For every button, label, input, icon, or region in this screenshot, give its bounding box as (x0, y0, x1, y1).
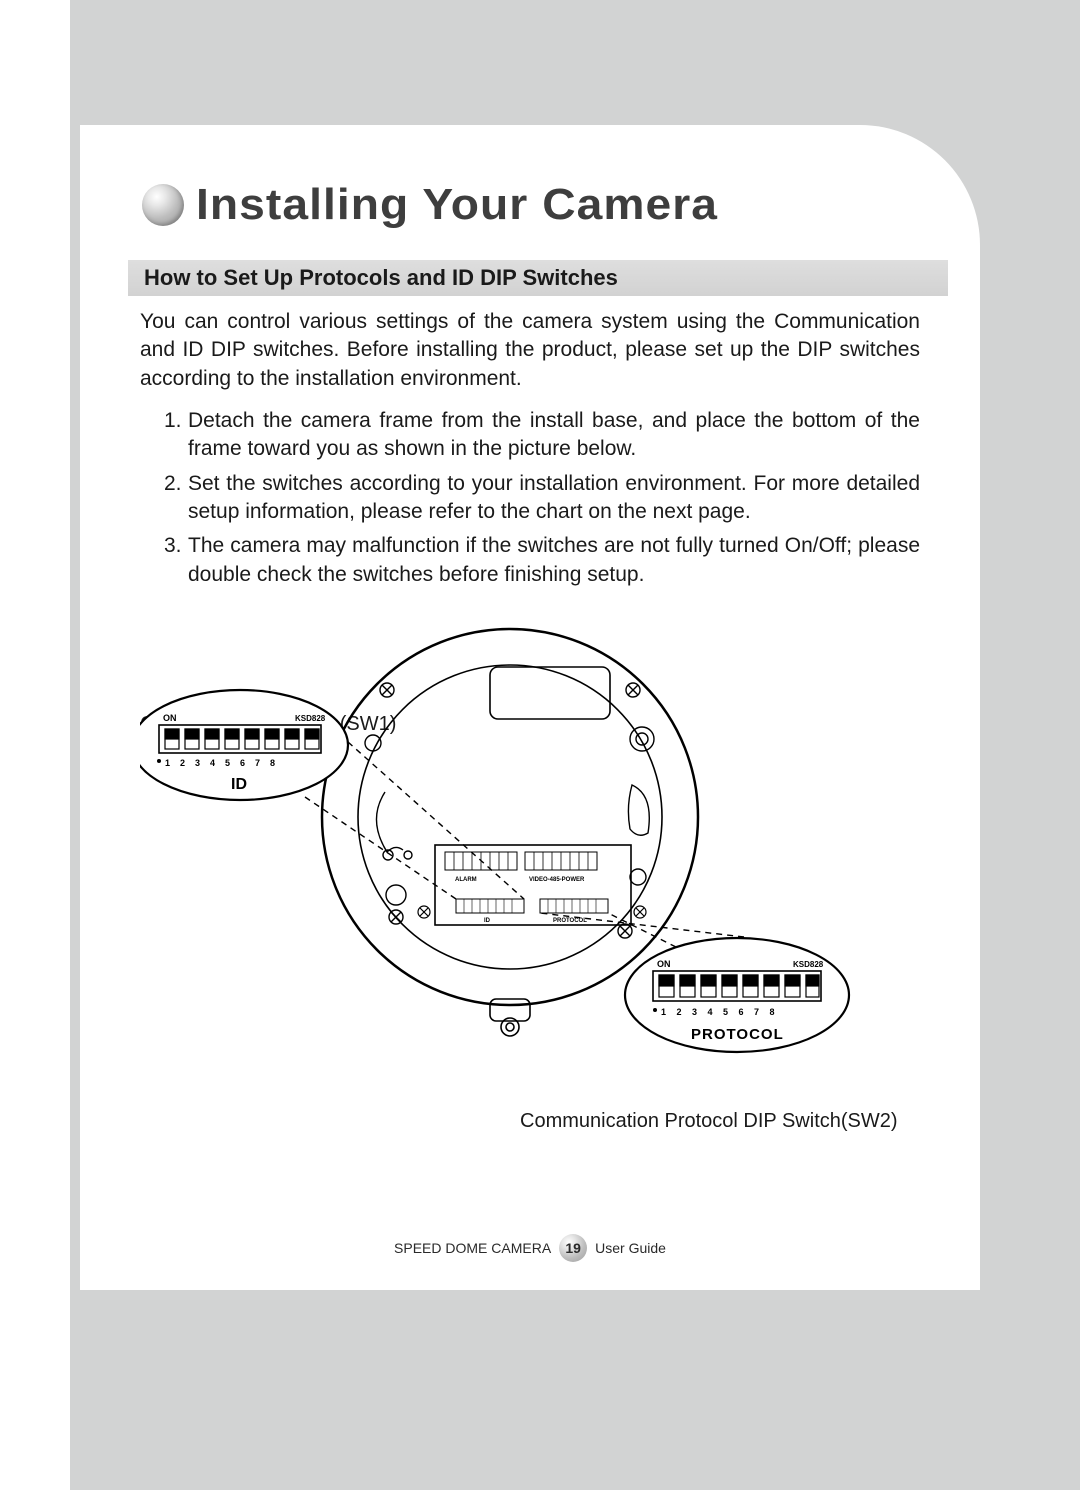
page-title: Installing Your Camera (196, 180, 718, 230)
label-model-left: KSD828 (295, 714, 326, 723)
label-on-left: ON (163, 713, 177, 723)
diagram: ALARM VIDEO-485-POWER ID PROTOCOL (140, 627, 920, 1067)
body-text: You can control various settings of the … (80, 296, 980, 589)
page-number-badge: 19 (559, 1234, 587, 1262)
footer-left: SPEED DOME CAMERA (394, 1240, 551, 1256)
list-number: 2. (164, 470, 188, 527)
list-text: Set the switches according to your insta… (188, 470, 920, 527)
list-item: 3. The camera may malfunction if the swi… (164, 532, 920, 589)
list-number: 1. (164, 407, 188, 464)
section-subtitle: How to Set Up Protocols and ID DIP Switc… (144, 265, 618, 291)
label-on-right: ON (657, 959, 671, 969)
label-numbers-left: 12345678 (165, 758, 285, 768)
page-panel: Installing Your Camera How to Set Up Pro… (80, 125, 980, 1290)
list-item: 1. Detach the camera frame from the inst… (164, 407, 920, 464)
label-id-big: ID (231, 776, 247, 793)
step-list: 1. Detach the camera frame from the inst… (140, 407, 920, 589)
list-text: The camera may malfunction if the switch… (188, 532, 920, 589)
list-item: 2. Set the switches according to your in… (164, 470, 920, 527)
label-protocol-big: PROTOCOL (691, 1026, 784, 1043)
list-number: 3. (164, 532, 188, 589)
list-text: Detach the camera frame from the install… (188, 407, 920, 464)
label-video: VIDEO-485-POWER (529, 877, 585, 883)
dip-left: ON KSD828 12345678 ID (140, 690, 348, 800)
page-number: 19 (565, 1240, 581, 1256)
diagram-caption-right: Communication Protocol DIP Switch(SW2) (520, 1110, 898, 1133)
label-model-right: KSD828 (793, 960, 824, 969)
label-alarm: ALARM (455, 877, 477, 883)
bullet-icon (142, 184, 184, 226)
intro-paragraph: You can control various settings of the … (140, 308, 920, 393)
diagram-svg: ALARM VIDEO-485-POWER ID PROTOCOL (140, 627, 920, 1067)
label-numbers-right: 12345678 (661, 1007, 785, 1017)
page-footer: SPEED DOME CAMERA 19 User Guide (80, 1234, 980, 1262)
title-bar: Installing Your Camera (80, 125, 980, 230)
footer-right: User Guide (595, 1240, 666, 1256)
label-protocol-small: PROTOCOL (553, 918, 587, 924)
dip-right: ON KSD828 12345678 PROTOCOL (625, 938, 849, 1052)
subtitle-band: How to Set Up Protocols and ID DIP Switc… (128, 260, 948, 296)
label-id-small: ID (484, 918, 491, 924)
